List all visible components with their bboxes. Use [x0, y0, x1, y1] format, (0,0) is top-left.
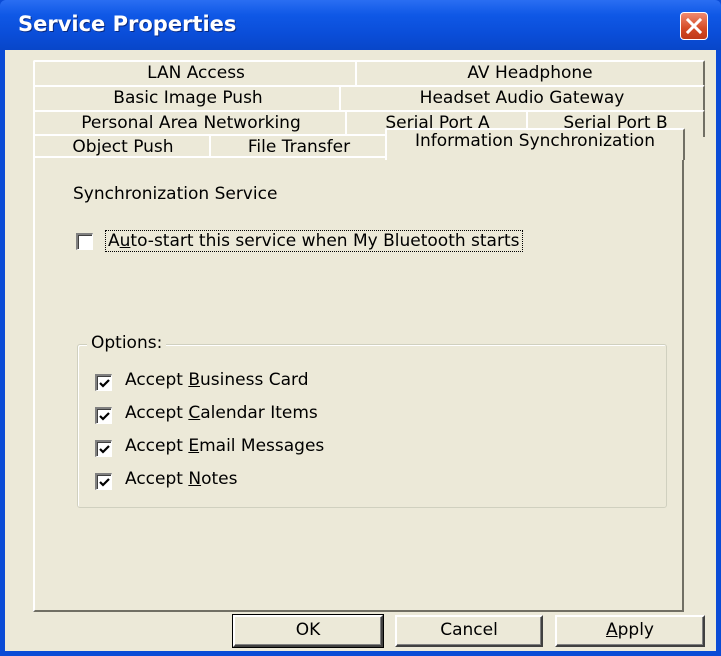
options-legend: Options: — [87, 333, 167, 353]
tab-label: File Transfer — [247, 137, 351, 157]
accept-business-card-label[interactable]: Accept Business Card — [125, 370, 309, 390]
autostart-label-first: A — [108, 231, 120, 251]
checkmark-icon — [99, 379, 110, 388]
section-heading: Synchronization Service — [73, 184, 278, 204]
mnemonic: B — [188, 370, 201, 390]
label-post: otes — [201, 469, 238, 489]
cancel-button-label: Cancel — [440, 620, 498, 640]
accept-calendar-items-checkbox[interactable] — [95, 407, 112, 424]
tab-label: LAN Access — [147, 63, 245, 83]
accept-business-card-checkbox[interactable] — [95, 374, 112, 391]
tab-av-headphone[interactable]: AV Headphone — [355, 60, 705, 87]
mnemonic: C — [188, 403, 201, 423]
tab-label: Information Synchronization — [415, 131, 655, 151]
mnemonic: N — [188, 469, 202, 489]
autostart-label-rest: to-start this service when My Bluetooth … — [130, 231, 520, 251]
tab-information-synchronization[interactable]: Information Synchronization — [385, 128, 685, 160]
title-bar[interactable]: Service Properties — [0, 0, 721, 50]
label-pre: Accept — [125, 469, 189, 489]
tab-label: AV Headphone — [467, 63, 593, 83]
label-pre: Accept — [125, 436, 189, 456]
cancel-button[interactable]: Cancel — [395, 615, 543, 647]
tab-label: Basic Image Push — [113, 88, 263, 108]
tab-label: Object Push — [72, 137, 174, 157]
close-icon — [685, 17, 703, 35]
tab-panel: Synchronization Service Auto-start this … — [33, 156, 684, 612]
ok-button[interactable]: OK — [232, 614, 384, 648]
label-pre: Accept — [125, 370, 189, 390]
tab-basic-image-push[interactable]: Basic Image Push — [33, 85, 343, 112]
checkmark-icon — [99, 412, 110, 421]
ok-button-label: OK — [295, 620, 321, 640]
accept-notes-checkbox[interactable] — [95, 473, 112, 490]
autostart-label[interactable]: Auto-start this service when My Bluetoot… — [105, 230, 523, 252]
accept-notes-label[interactable]: Accept Notes — [125, 469, 237, 489]
window-title: Service Properties — [18, 12, 237, 36]
label-pre: Accept — [125, 403, 189, 423]
tab-label: Personal Area Networking — [81, 113, 301, 133]
label-post: usiness Card — [200, 370, 309, 390]
service-properties-window: Service Properties LAN Access AV Headpho… — [0, 0, 721, 656]
label-post: mail Messages — [199, 436, 325, 456]
autostart-checkbox[interactable] — [76, 233, 93, 250]
tab-label: Headset Audio Gateway — [419, 88, 625, 108]
accept-email-messages-checkbox[interactable] — [95, 440, 112, 457]
apply-mnemonic: A — [605, 620, 618, 640]
tab-headset-audio-gateway[interactable]: Headset Audio Gateway — [339, 85, 705, 112]
accept-email-messages-label[interactable]: Accept Email Messages — [125, 436, 324, 456]
checkmark-icon — [99, 445, 110, 454]
accept-calendar-items-label[interactable]: Accept Calendar Items — [125, 403, 318, 423]
autostart-mnemonic: u — [119, 231, 131, 251]
dialog-client-area: LAN Access AV Headphone Basic Image Push… — [5, 50, 716, 651]
apply-button-label: pply — [617, 620, 654, 640]
checkmark-icon — [99, 478, 110, 487]
tab-lan-access[interactable]: LAN Access — [33, 60, 359, 87]
close-button[interactable] — [680, 12, 708, 40]
label-post: alendar Items — [200, 403, 318, 423]
mnemonic: E — [188, 436, 200, 456]
tab-personal-area-networking[interactable]: Personal Area Networking — [33, 110, 349, 137]
apply-button[interactable]: Apply — [555, 615, 705, 647]
